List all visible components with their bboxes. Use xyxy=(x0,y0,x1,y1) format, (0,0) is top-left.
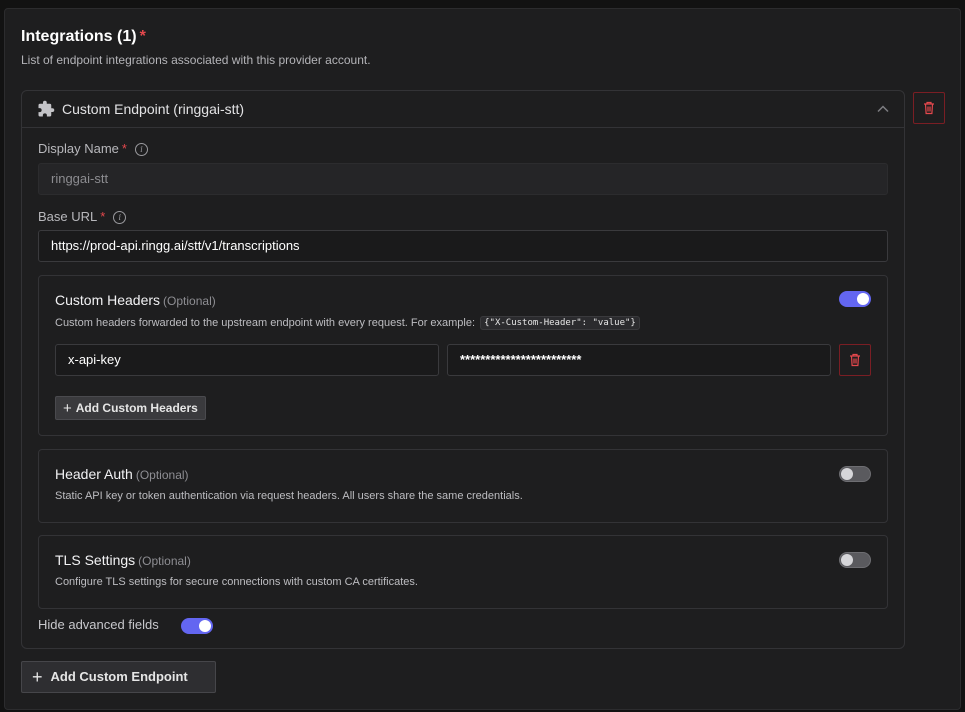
required-mark: * xyxy=(121,141,127,156)
hide-advanced-label: Hide advanced fields xyxy=(38,617,159,632)
tls-settings-toggle[interactable] xyxy=(839,552,871,568)
header-auth-description: Static API key or token authentication v… xyxy=(55,490,523,502)
trash-icon xyxy=(850,353,860,367)
display-name-label: Display Name * i xyxy=(38,141,148,156)
delete-header-button[interactable] xyxy=(839,344,871,376)
base-url-label-text: Base URL xyxy=(38,209,98,224)
info-icon[interactable]: i xyxy=(113,211,127,224)
toggle-knob xyxy=(857,293,869,305)
section-title: Integrations (1) * xyxy=(21,28,146,46)
endpoint-card-header[interactable]: Custom Endpoint (ringgai-stt) xyxy=(22,91,904,128)
endpoint-card: Custom Endpoint (ringgai-stt) Display Na… xyxy=(21,90,905,649)
add-custom-endpoint-button[interactable]: + Add Custom Endpoint xyxy=(21,661,216,693)
custom-headers-toggle[interactable] xyxy=(839,291,871,307)
optional-tag: (Optional) xyxy=(135,468,189,482)
example-code: {"X-Custom-Header": "value"} xyxy=(480,316,640,330)
toggle-knob xyxy=(841,554,853,566)
custom-headers-title-text: Custom Headers xyxy=(55,292,161,308)
chevron-up-icon[interactable] xyxy=(876,102,890,116)
header-key-input[interactable]: x-api-key xyxy=(55,344,439,376)
tls-settings-description: Configure TLS settings for secure connec… xyxy=(55,576,418,588)
custom-headers-section: Custom Headers (Optional) Custom headers … xyxy=(38,275,888,436)
display-name-input[interactable]: ringgai-stt xyxy=(38,163,888,195)
info-icon[interactable]: i xyxy=(134,143,148,156)
display-name-label-text: Display Name xyxy=(38,141,119,156)
required-mark: * xyxy=(139,28,146,45)
puzzle-icon xyxy=(38,100,55,117)
header-value-input[interactable]: ************************ xyxy=(447,344,831,376)
tls-settings-title: TLS Settings (Optional) xyxy=(55,552,191,568)
required-mark: * xyxy=(100,209,106,224)
header-auth-section: Header Auth (Optional) Static API key or … xyxy=(38,449,888,523)
endpoint-card-title: Custom Endpoint (ringgai-stt) xyxy=(62,101,245,117)
plus-icon: + xyxy=(63,400,72,417)
optional-tag: (Optional) xyxy=(163,294,216,308)
header-auth-title-text: Header Auth xyxy=(55,466,133,482)
header-auth-title: Header Auth (Optional) xyxy=(55,466,189,482)
header-auth-toggle[interactable] xyxy=(839,466,871,482)
section-title-text: Integrations (1) xyxy=(21,28,137,45)
section-subtitle: List of endpoint integrations associated… xyxy=(21,53,371,67)
add-custom-headers-label: Add Custom Headers xyxy=(75,401,198,415)
base-url-label: Base URL * i xyxy=(38,209,127,224)
toggle-knob xyxy=(199,620,211,632)
custom-headers-description-text: Custom headers forwarded to the upstream… xyxy=(55,317,476,329)
optional-tag: (Optional) xyxy=(138,554,191,568)
custom-headers-description: Custom headers forwarded to the upstream… xyxy=(55,316,640,330)
tls-settings-title-text: TLS Settings xyxy=(55,552,136,568)
tls-settings-section: TLS Settings (Optional) Configure TLS set… xyxy=(38,535,888,609)
plus-icon: + xyxy=(32,667,43,687)
custom-headers-title: Custom Headers (Optional) xyxy=(55,292,216,308)
delete-endpoint-button[interactable] xyxy=(913,92,945,124)
trash-icon xyxy=(924,101,934,115)
toggle-knob xyxy=(841,468,853,480)
add-custom-endpoint-label: Add Custom Endpoint xyxy=(50,669,188,684)
base-url-input[interactable]: https://prod-api.ringg.ai/stt/v1/transcr… xyxy=(38,230,888,262)
hide-advanced-toggle[interactable] xyxy=(181,618,213,634)
add-custom-headers-button[interactable]: + Add Custom Headers xyxy=(55,396,206,420)
